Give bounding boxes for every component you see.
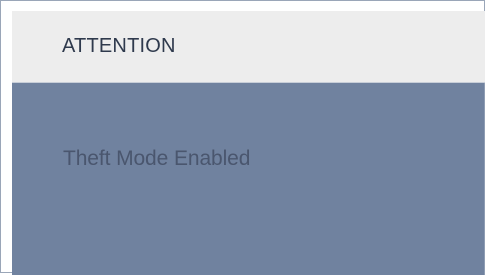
attention-dialog: ATTENTION Theft Mode Enabled — [12, 11, 485, 275]
dialog-title: ATTENTION — [62, 35, 176, 57]
dialog-header: ATTENTION — [12, 11, 485, 83]
status-message: Theft Mode Enabled — [63, 147, 251, 170]
